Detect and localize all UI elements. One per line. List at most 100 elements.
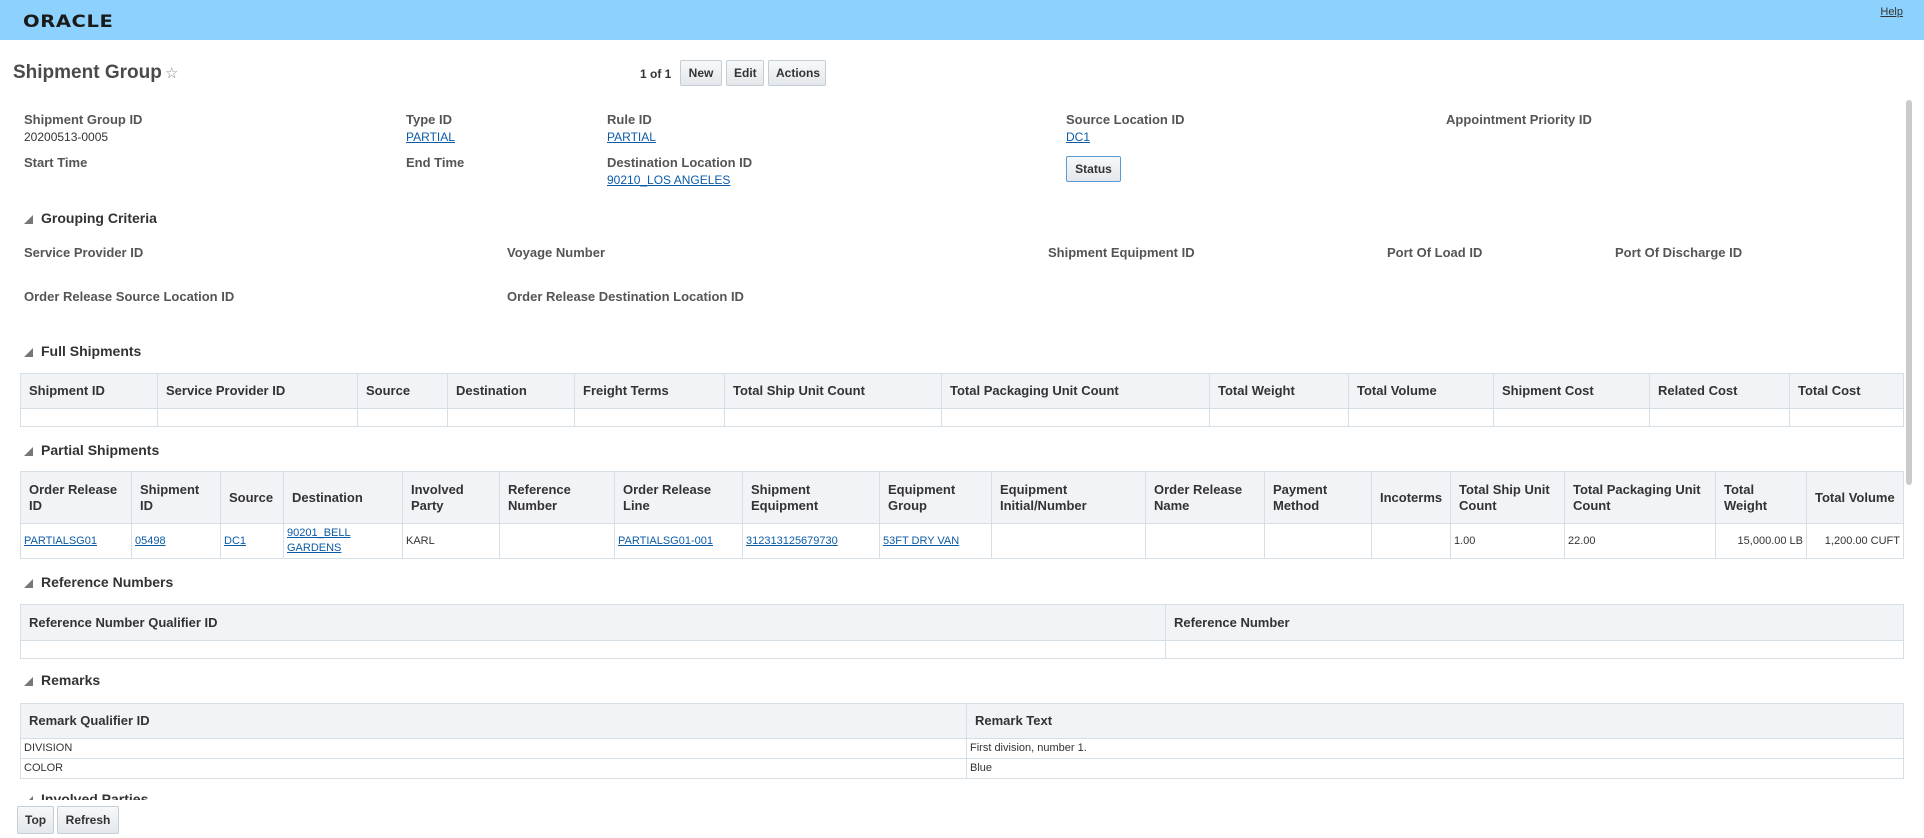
status-button[interactable]: Status bbox=[1066, 156, 1121, 182]
main-content: Shipment Group ☆ 1 of 1 New Edit Actions… bbox=[0, 40, 1924, 800]
grouping-criteria-header[interactable]: Grouping Criteria bbox=[24, 210, 157, 226]
column-header[interactable]: Remark Text bbox=[966, 703, 1904, 739]
column-header[interactable]: Reference Number bbox=[1165, 604, 1904, 641]
column-header[interactable]: Destination bbox=[447, 373, 575, 409]
column-header[interactable]: Freight Terms bbox=[574, 373, 725, 409]
type-id-link[interactable]: PARTIAL bbox=[406, 130, 455, 144]
column-header[interactable]: Shipment Cost bbox=[1493, 373, 1650, 409]
oracle-logo: ORACLE bbox=[23, 12, 114, 32]
cell-link[interactable]: 05498 bbox=[135, 535, 166, 547]
column-header[interactable]: Destination bbox=[283, 471, 403, 524]
port-of-discharge-id-label: Port Of Discharge ID bbox=[1615, 245, 1743, 260]
table-cell: PARTIALSG01 bbox=[20, 523, 132, 559]
cell-link[interactable]: PARTIALSG01-001 bbox=[618, 535, 713, 547]
service-provider-id-label: Service Provider ID bbox=[24, 245, 144, 260]
rule-id-link[interactable]: PARTIAL bbox=[607, 130, 656, 144]
table-cell bbox=[1209, 408, 1349, 427]
table-row: COLOR Blue bbox=[20, 758, 1904, 779]
collapse-triangle-icon bbox=[24, 796, 33, 800]
new-button[interactable]: New bbox=[680, 60, 722, 86]
table-cell bbox=[1649, 408, 1790, 427]
table-row: PARTIALSG01 05498 DC1 90201_BELL GARDENS KAR… bbox=[20, 523, 1904, 559]
column-header[interactable]: Reference Number bbox=[499, 471, 615, 524]
column-header[interactable]: Source bbox=[357, 373, 448, 409]
table-header-row: Shipment ID Service Provider ID Source Dest… bbox=[20, 373, 1904, 409]
column-header[interactable]: Order Release ID bbox=[20, 471, 132, 524]
column-header[interactable]: Equipment Group bbox=[879, 471, 992, 524]
reference-numbers-header[interactable]: Reference Numbers bbox=[24, 574, 173, 590]
table-cell bbox=[1145, 523, 1265, 559]
cell-link[interactable]: 53FT DRY VAN bbox=[883, 535, 959, 547]
table-cell bbox=[1493, 408, 1650, 427]
section-title: Full Shipments bbox=[41, 343, 142, 359]
page-title: Shipment Group bbox=[13, 62, 162, 83]
column-header[interactable]: Source bbox=[220, 471, 284, 524]
column-header[interactable]: Total Ship Unit Count bbox=[724, 373, 942, 409]
column-header[interactable]: Total Weight bbox=[1715, 471, 1807, 524]
source-location-id-link[interactable]: DC1 bbox=[1066, 130, 1090, 144]
table-cell: DIVISION bbox=[20, 738, 967, 759]
table-row: DIVISION First division, number 1. bbox=[20, 738, 1904, 759]
cell-link[interactable]: PARTIALSG01 bbox=[24, 535, 97, 547]
column-header[interactable]: Total Ship Unit Count bbox=[1450, 471, 1565, 524]
column-header[interactable]: Total Packaging Unit Count bbox=[1564, 471, 1716, 524]
column-header[interactable]: Shipment ID bbox=[20, 373, 158, 409]
collapse-triangle-icon bbox=[24, 215, 33, 224]
refresh-button[interactable]: Refresh bbox=[57, 806, 119, 834]
column-header[interactable]: Total Volume bbox=[1348, 373, 1494, 409]
table-cell bbox=[20, 408, 158, 427]
edit-button[interactable]: Edit bbox=[726, 60, 764, 86]
column-header[interactable]: Total Packaging Unit Count bbox=[941, 373, 1210, 409]
column-header[interactable]: Total Cost bbox=[1789, 373, 1904, 409]
column-header[interactable]: Equipment Initial/Number bbox=[991, 471, 1146, 524]
table-cell: 1,200.00 CUFT bbox=[1806, 523, 1904, 559]
collapse-triangle-icon bbox=[24, 447, 33, 456]
order-release-destination-location-id-label: Order Release Destination Location ID bbox=[507, 289, 744, 304]
column-header[interactable]: Incoterms bbox=[1371, 471, 1451, 524]
column-header[interactable]: Reference Number Qualifier ID bbox=[20, 604, 1166, 641]
table-cell bbox=[1264, 523, 1372, 559]
cell-link[interactable]: 90201_BELL GARDENS bbox=[287, 527, 351, 554]
rule-id-label: Rule ID bbox=[607, 112, 652, 127]
table-cell: First division, number 1. bbox=[966, 738, 1904, 759]
remarks-header[interactable]: Remarks bbox=[24, 672, 100, 688]
table-header-row: Reference Number Qualifier ID Reference N… bbox=[20, 604, 1904, 641]
start-time-label: Start Time bbox=[24, 155, 88, 170]
section-title: Involved Parties bbox=[41, 791, 149, 800]
vertical-scrollbar[interactable] bbox=[1906, 100, 1912, 485]
table-cell bbox=[499, 523, 615, 559]
cell-link[interactable]: DC1 bbox=[224, 535, 246, 547]
column-header[interactable]: Order Release Name bbox=[1145, 471, 1265, 524]
actions-button[interactable]: Actions bbox=[768, 60, 826, 86]
column-header[interactable]: Total Volume bbox=[1806, 471, 1904, 524]
table-cell: 15,000.00 LB bbox=[1715, 523, 1807, 559]
help-link[interactable]: Help bbox=[1880, 6, 1903, 18]
column-header[interactable]: Involved Party bbox=[402, 471, 500, 524]
cell-link[interactable]: 312313125679730 bbox=[746, 535, 838, 547]
involved-parties-header[interactable]: Involved Parties bbox=[24, 791, 148, 800]
table-header-row: Order Release ID Shipment ID Source Destina… bbox=[20, 471, 1904, 524]
destination-location-id-link[interactable]: 90210_LOS ANGELES bbox=[607, 173, 730, 187]
table-cell bbox=[1789, 408, 1904, 427]
partial-shipments-header[interactable]: Partial Shipments bbox=[24, 442, 159, 458]
table-cell: Blue bbox=[966, 758, 1904, 779]
column-header[interactable]: Shipment Equipment bbox=[742, 471, 880, 524]
column-header[interactable]: Remark Qualifier ID bbox=[20, 703, 967, 739]
column-header[interactable]: Related Cost bbox=[1649, 373, 1790, 409]
source-location-id-label: Source Location ID bbox=[1066, 112, 1185, 127]
port-of-load-id-label: Port Of Load ID bbox=[1387, 245, 1483, 260]
favorite-star-icon[interactable]: ☆ bbox=[165, 64, 178, 82]
table-cell bbox=[20, 640, 1166, 659]
table-cell bbox=[1348, 408, 1494, 427]
top-button[interactable]: Top bbox=[17, 806, 54, 834]
remarks-table: Remark Qualifier ID Remark Text DIVISION Fi… bbox=[20, 703, 1904, 779]
column-header[interactable]: Payment Method bbox=[1264, 471, 1372, 524]
column-header[interactable]: Order Release Line bbox=[614, 471, 743, 524]
order-release-source-location-id-label: Order Release Source Location ID bbox=[24, 289, 235, 304]
column-header[interactable]: Shipment ID bbox=[131, 471, 221, 524]
collapse-triangle-icon bbox=[24, 348, 33, 357]
column-header[interactable]: Service Provider ID bbox=[157, 373, 358, 409]
column-header[interactable]: Total Weight bbox=[1209, 373, 1349, 409]
top-bar: ORACLE Help bbox=[0, 0, 1924, 40]
full-shipments-header[interactable]: Full Shipments bbox=[24, 343, 141, 359]
